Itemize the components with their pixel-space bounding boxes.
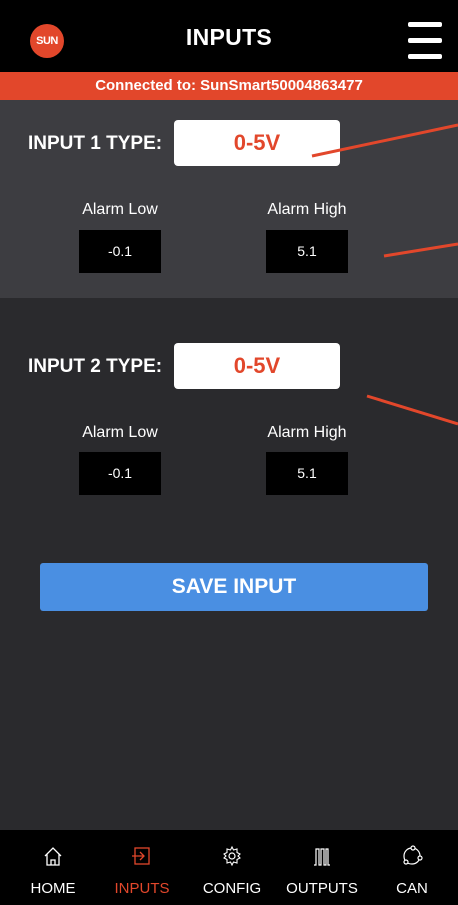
input-2-type-select[interactable]: 0-5V (174, 343, 340, 389)
can-network-icon (403, 845, 423, 865)
nav-item-home[interactable]: HOME (7, 830, 99, 905)
hamburger-icon[interactable] (408, 22, 442, 60)
input-2-alarm-low-field[interactable]: -0.1 (79, 452, 161, 495)
input-1-alarm-low-field[interactable]: -0.1 (79, 230, 161, 273)
nav-label-config: CONFIG (202, 880, 262, 897)
nav-label-can: CAN (396, 880, 428, 897)
app-header: SUN INPUTS (0, 0, 458, 72)
inputs-icon (132, 847, 150, 865)
input-2-alarm-low-label: Alarm Low (82, 424, 158, 441)
page-title: INPUTS (185, 24, 273, 50)
input-2-alarm-high-field[interactable]: 5.1 (266, 452, 348, 495)
bottom-nav: HOME INPUTS CONFIG OUTPUTS CAN (0, 830, 458, 905)
nav-label-outputs: OUTPUTS (286, 880, 358, 897)
input-2-alarm-high-label: Alarm High (267, 424, 347, 441)
nav-label-inputs: INPUTS (114, 880, 170, 897)
nav-item-outputs[interactable]: OUTPUTS (276, 830, 368, 905)
nav-label-home: HOME (30, 880, 76, 897)
nav-item-config[interactable]: CONFIG (186, 830, 278, 905)
nav-item-inputs[interactable]: INPUTS (96, 830, 188, 905)
connection-status: Connected to: SunSmart50004863477 (0, 72, 458, 100)
gear-icon (223, 845, 241, 867)
input-1-type-select[interactable]: 0-5V (174, 120, 340, 166)
input-1-alarm-low-label: Alarm Low (82, 201, 158, 218)
outputs-icon (314, 848, 330, 866)
input-1-alarm-high-field[interactable]: 5.1 (266, 230, 348, 273)
save-input-button[interactable]: SAVE INPUT (40, 563, 428, 611)
input-2-type-label: INPUT 2 TYPE: (28, 356, 163, 377)
input-1-alarm-high-label: Alarm High (267, 201, 347, 218)
home-icon (44, 847, 62, 866)
input-1-type-label: INPUT 1 TYPE: (28, 133, 163, 154)
nav-item-can[interactable]: CAN (366, 830, 458, 905)
